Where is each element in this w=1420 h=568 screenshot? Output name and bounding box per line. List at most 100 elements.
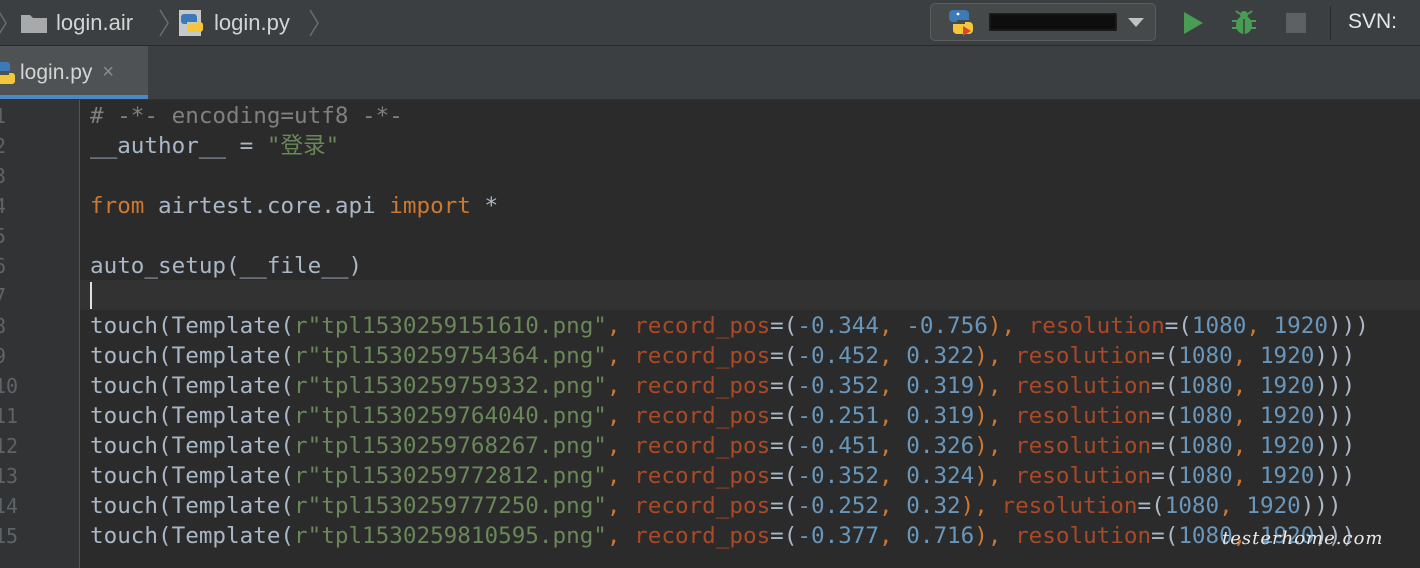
chevron-down-icon[interactable] (1127, 16, 1145, 28)
code-token: ), (974, 373, 1016, 399)
code-token: 1080 (1178, 403, 1233, 429)
breadcrumb-item-login-air[interactable]: login.air (20, 0, 133, 46)
code-token: __author__ (90, 133, 227, 159)
navigation-bar: login.air login.py SVN: (0, 0, 1420, 46)
line-number: 6 (0, 254, 7, 278)
code-token: = (226, 133, 267, 159)
code-token: =( (770, 343, 798, 369)
line-number: 15 (0, 524, 19, 548)
breadcrumb-label: login.air (56, 10, 134, 35)
code-token: ))) (1300, 493, 1342, 519)
code-token: =( (770, 523, 798, 549)
code-token: resolution (1015, 403, 1152, 429)
toolbar-divider (1330, 6, 1331, 40)
line-number: 13 (0, 464, 19, 488)
text-caret (90, 282, 92, 309)
code-token: ))) (1314, 403, 1356, 429)
code-token: 1080 (1178, 433, 1233, 459)
code-token: -0.377 (797, 523, 880, 549)
code-token: r"tpl1530259754364.png" (294, 343, 607, 369)
svn-label[interactable]: SVN: (1348, 10, 1397, 34)
code-token: 0.32 (906, 493, 961, 519)
code-token: touch(Template( (90, 343, 295, 369)
tab-label: login.py (20, 60, 93, 84)
breadcrumb-item-login-py[interactable]: login.py (178, 0, 290, 46)
code-token: ), (974, 403, 1016, 429)
code-line[interactable]: touch(Template(r"tpl1530259810595.png", … (90, 521, 1355, 551)
code-token: r"tpl1530259151610.png" (294, 313, 607, 339)
code-token: 1920 (1259, 373, 1315, 399)
code-line[interactable]: # -*- encoding=utf8 -*- (90, 101, 403, 131)
code-token: , (879, 403, 907, 429)
code-token: 1920 (1259, 343, 1315, 369)
code-token: r"tpl1530259810595.png" (294, 523, 607, 549)
code-token: , (1232, 433, 1260, 459)
run-button[interactable] (1177, 7, 1209, 39)
code-line[interactable]: touch(Template(r"tpl1530259772812.png", … (90, 461, 1355, 491)
code-token: , (606, 433, 635, 459)
code-line[interactable]: touch(Template(r"tpl1530259151610.png", … (90, 311, 1369, 341)
code-token: record_pos (634, 403, 771, 429)
code-line[interactable]: touch(Template(r"tpl1530259764040.png", … (90, 401, 1355, 431)
code-line[interactable]: touch(Template(r"tpl1530259777250.png", … (90, 491, 1342, 521)
code-token: -0.344 (797, 313, 880, 339)
code-token: -0.252 (797, 493, 880, 519)
code-line[interactable]: __author__ = "登录" (90, 131, 339, 161)
code-token: =( (770, 493, 798, 519)
python-file-icon (0, 61, 15, 84)
folder-icon (21, 15, 47, 33)
line-number: 11 (0, 404, 19, 428)
code-token: touch(Template( (90, 523, 295, 549)
code-token: touch(Template( (90, 313, 295, 339)
debug-button[interactable] (1228, 7, 1260, 39)
python-file-icon (179, 10, 203, 36)
code-token: "登录" (266, 133, 340, 159)
code-token: 0.716 (906, 523, 975, 549)
code-token: ), (974, 343, 1016, 369)
code-token: ), (974, 463, 1016, 489)
code-line[interactable]: auto_setup(__file__) (90, 251, 362, 281)
python-icon (949, 10, 973, 36)
code-token: import (389, 193, 471, 219)
code-token: =( (1151, 343, 1179, 369)
code-token: =( (1151, 403, 1179, 429)
code-token: r"tpl1530259772812.png" (294, 463, 607, 489)
code-token: resolution (1015, 463, 1152, 489)
current-line-highlight (80, 280, 1420, 310)
code-line[interactable]: touch(Template(r"tpl1530259754364.png", … (90, 341, 1355, 371)
line-number: 4 (0, 194, 7, 218)
run-icon (1184, 12, 1203, 34)
close-icon[interactable]: × (102, 61, 114, 84)
code-token: resolution (1015, 433, 1152, 459)
tab-login-py[interactable]: login.py × (0, 46, 148, 99)
line-number: 14 (0, 494, 19, 518)
code-token: , (1232, 463, 1260, 489)
code-line[interactable]: from airtest.core.api import * (90, 191, 498, 221)
code-token: record_pos (634, 523, 771, 549)
code-token: 0.319 (906, 403, 975, 429)
watermark: testerhome.com (1222, 528, 1384, 549)
code-token: 0.324 (906, 463, 975, 489)
line-number: 8 (0, 314, 7, 338)
code-token: =( (770, 313, 798, 339)
code-token: record_pos (634, 313, 771, 339)
code-token: -0.352 (797, 373, 880, 399)
line-number-gutter: 1 2 3 4 5 6 7 8 9 10 11 12 13 14 15 (0, 100, 80, 568)
code-line[interactable]: touch(Template(r"tpl1530259768267.png", … (90, 431, 1355, 461)
code-token: , (1232, 403, 1260, 429)
code-line[interactable]: touch(Template(r"tpl1530259759332.png", … (90, 371, 1355, 401)
code-token: touch(Template( (90, 463, 295, 489)
code-token: resolution (1001, 493, 1138, 519)
code-token: =( (1151, 463, 1179, 489)
code-token: resolution (1028, 313, 1165, 339)
run-configuration-dropdown[interactable] (930, 3, 1156, 41)
code-token: touch(Template( (90, 373, 295, 399)
code-editor[interactable]: 1 2 3 4 5 6 7 8 9 10 11 12 13 14 15 # -*- encoding=utf… (0, 100, 1420, 568)
code-token: resolution (1015, 343, 1152, 369)
code-token: r"tpl1530259759332.png" (294, 373, 607, 399)
code-token: , (879, 313, 907, 339)
code-token: , (1246, 313, 1274, 339)
code-token: record_pos (634, 463, 771, 489)
stop-button[interactable] (1280, 7, 1312, 39)
code-token: 1920 (1259, 433, 1315, 459)
